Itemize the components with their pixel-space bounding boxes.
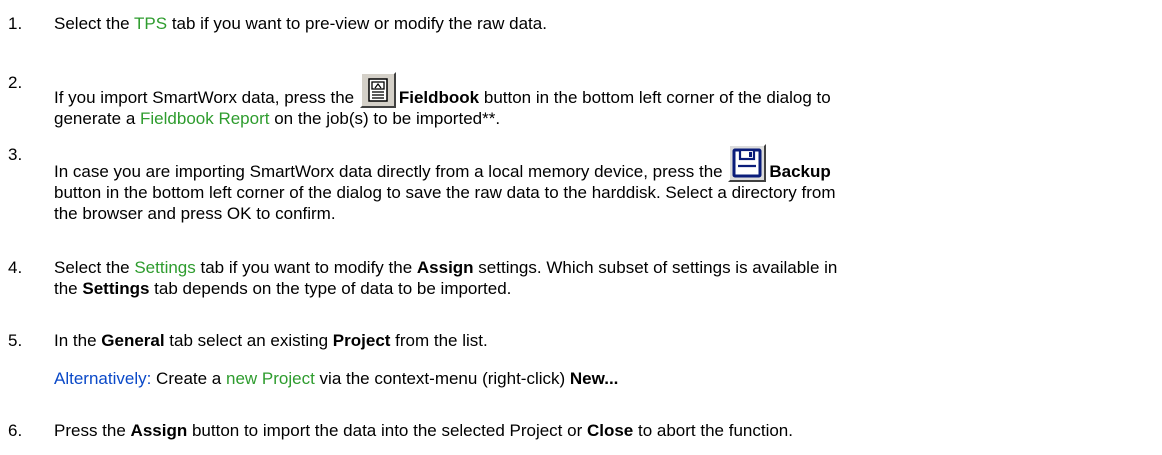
- step-number: 6.: [8, 421, 23, 440]
- close-button-label: Close: [586, 421, 634, 440]
- settings-tab-link[interactable]: Settings: [134, 258, 195, 277]
- text-segment: tab depends on the type of data to be im…: [149, 279, 512, 298]
- fieldbook-report-link[interactable]: Fieldbook Report: [140, 109, 269, 128]
- text-line: button in the bottom left corner of the …: [54, 183, 836, 202]
- text-segment: tab if you want to modify the: [195, 258, 417, 277]
- text-line: the browser and press OK to confirm.: [54, 204, 336, 223]
- step-text: Press the Assign button to import the da…: [54, 420, 1154, 441]
- step-text: In case you are importing SmartWorx data…: [54, 144, 1154, 224]
- tps-tab-link[interactable]: TPS: [134, 14, 167, 33]
- new-project-link[interactable]: new Project: [226, 369, 315, 388]
- step-number: 5.: [8, 331, 23, 350]
- step-number: 3.: [8, 145, 23, 164]
- text-segment: on the job(s) to be imported**.: [269, 109, 501, 128]
- text-segment: the: [54, 279, 83, 298]
- step-text: In the General tab select an existing Pr…: [54, 330, 1154, 389]
- text-segment: tab select an existing: [164, 331, 333, 350]
- alternatively-label: Alternatively:: [54, 369, 152, 388]
- text-segment: Press the: [54, 421, 131, 440]
- step-number: 1.: [8, 14, 23, 33]
- text-segment: Select the: [54, 258, 135, 277]
- general-label: General: [101, 331, 165, 350]
- text-segment: If you import SmartWorx data, press the: [54, 88, 359, 107]
- assign-label: Assign: [416, 258, 474, 277]
- backup-button-label: Backup: [769, 162, 831, 181]
- step-number: 2.: [8, 73, 23, 92]
- fieldbook-icon[interactable]: [359, 72, 396, 108]
- text-segment: tab if you want to pre-view or modify th…: [167, 14, 547, 33]
- text-segment: via the context-menu (right-click): [314, 369, 570, 388]
- step-text: If you import SmartWorx data, press the …: [54, 72, 1154, 129]
- fieldbook-button-label: Fieldbook: [398, 88, 480, 107]
- text-segment: button to import the data into the selec…: [187, 421, 587, 440]
- text-segment: settings. Which subset of settings is av…: [473, 258, 838, 277]
- text-segment: to abort the function.: [633, 421, 793, 440]
- text-segment: generate a: [54, 109, 141, 128]
- step-text: Select the TPS tab if you want to pre-vi…: [54, 13, 1154, 34]
- text-segment: from the list.: [390, 331, 488, 350]
- settings-label: Settings: [82, 279, 150, 298]
- step-number: 4.: [8, 258, 23, 277]
- project-label: Project: [332, 331, 391, 350]
- text-segment: In case you are importing SmartWorx data…: [54, 162, 728, 181]
- text-segment: Create a: [151, 369, 226, 388]
- text-segment: Select the: [54, 14, 135, 33]
- step-text: Select the Settings tab if you want to m…: [54, 257, 1154, 299]
- new-menu-label: New...: [569, 369, 619, 388]
- assign-button-label: Assign: [130, 421, 188, 440]
- text-segment: In the: [54, 331, 102, 350]
- floppy-disk-icon[interactable]: [728, 144, 767, 182]
- text-segment: button in the bottom left corner of the …: [479, 88, 831, 107]
